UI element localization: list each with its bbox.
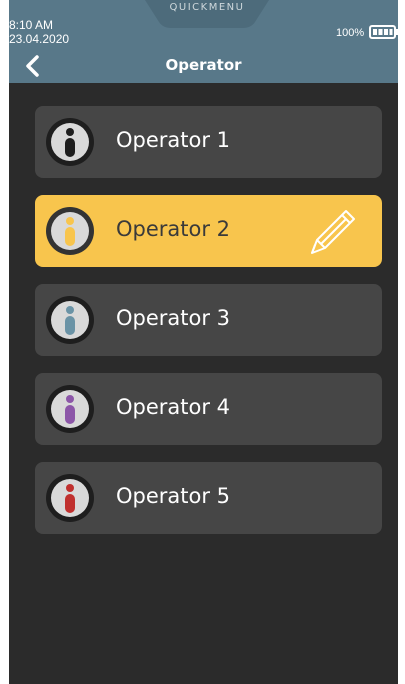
quickmenu-tab[interactable]: QUICKMENU (145, 0, 269, 30)
operator-item-selected[interactable]: Operator 2 (35, 195, 382, 267)
quickmenu-label[interactable]: QUICKMENU (145, 2, 269, 13)
operator-person-icon (46, 118, 94, 166)
operator-item[interactable]: Operator 1 (35, 106, 382, 178)
pencil-edit-icon[interactable] (306, 205, 360, 259)
status-time: 8:10 AM (9, 18, 54, 32)
operator-label: Operator 3 (116, 306, 231, 330)
header-bar: QUICKMENU 8:10 AM 23.04.2020 100% Operat… (9, 0, 398, 83)
operator-label: Operator 4 (116, 395, 231, 419)
battery-full-icon (369, 25, 398, 39)
device-screen: QUICKMENU 8:10 AM 23.04.2020 100% Operat… (9, 0, 398, 684)
operator-label: Operator 1 (116, 128, 231, 152)
operator-list: Operator 1 Operator 2 Operator 3 Operato… (35, 106, 382, 551)
operator-label: Operator 2 (116, 217, 231, 241)
battery-percent: 100% (336, 27, 365, 39)
operator-label: Operator 5 (116, 484, 231, 508)
page-title: Operator (165, 56, 242, 74)
status-date: 23.04.2020 (9, 32, 70, 46)
operator-item[interactable]: Operator 3 (35, 284, 382, 356)
operator-person-icon (46, 296, 94, 344)
operator-item[interactable]: Operator 4 (35, 373, 382, 445)
operator-person-icon (46, 474, 94, 522)
operator-person-icon (46, 207, 94, 255)
operator-item[interactable]: Operator 5 (35, 462, 382, 534)
operator-person-icon (46, 385, 94, 433)
